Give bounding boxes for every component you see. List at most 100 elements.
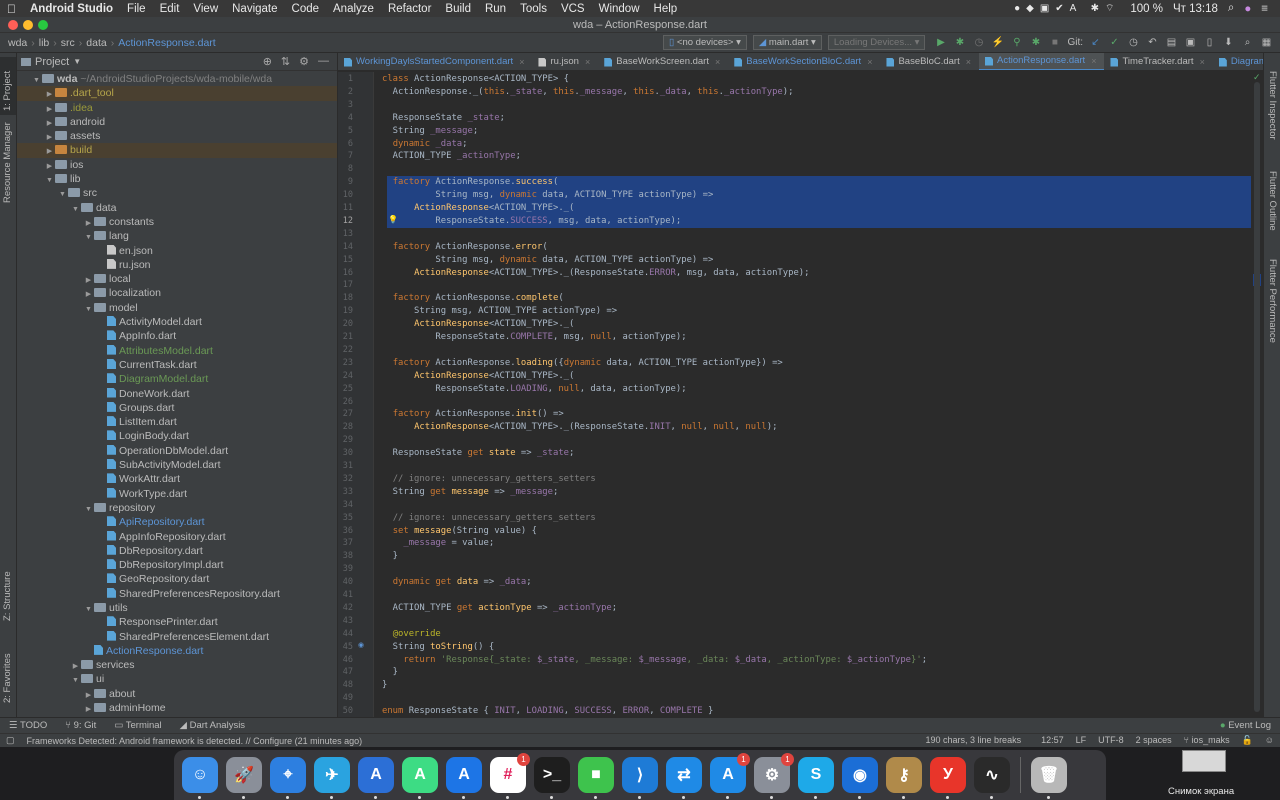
tree-item[interactable]: DbRepositoryImpl.dart — [17, 558, 337, 572]
app-menu[interactable]: Android Studio — [23, 3, 120, 15]
code-line[interactable]: } — [382, 666, 398, 679]
editor-tab[interactable]: WorkingDaylsStartedComponent.dart × — [338, 53, 532, 70]
code-line[interactable]: ACTION_TYPE get actionType => _actionTyp… — [382, 602, 617, 615]
skype-icon[interactable]: S — [798, 757, 834, 799]
scroll-thumb[interactable] — [1254, 82, 1260, 712]
tree-item[interactable]: ResponsePrinter.dart — [17, 615, 337, 629]
xcode-icon[interactable]: A — [446, 757, 482, 799]
override-marker-icon[interactable]: ◉ — [358, 641, 364, 649]
menu-view[interactable]: View — [186, 3, 225, 15]
hot-reload-icon[interactable]: ⚡ — [990, 35, 1005, 50]
code-line[interactable]: set message(String value) { — [382, 525, 537, 538]
tree-item[interactable]: ▶ ios — [17, 158, 337, 172]
clock[interactable]: Чт 13:18 — [1173, 3, 1218, 15]
tree-item[interactable]: ▶ about — [17, 687, 337, 701]
menu-edit[interactable]: Edit — [153, 3, 187, 15]
search-everywhere-icon[interactable]: ⌕ — [1240, 35, 1255, 50]
code-line[interactable]: return 'Response{_state: $_state, _messa… — [382, 654, 927, 667]
menu-tools[interactable]: Tools — [513, 3, 554, 15]
tree-item[interactable]: ▶ localization — [17, 286, 337, 300]
git-rollback-icon[interactable]: ↶ — [1145, 35, 1160, 50]
line-separator[interactable]: LF — [1070, 735, 1093, 746]
menu-navigate[interactable]: Navigate — [225, 3, 284, 15]
code-line[interactable]: ActionResponse._(this._state, this._mess… — [382, 86, 794, 99]
tree-item[interactable]: ApiRepository.dart — [17, 515, 337, 529]
breadcrumb-item[interactable]: ActionResponse.dart — [114, 37, 219, 49]
tree-item[interactable]: ▼ src — [17, 186, 337, 200]
tree-item[interactable]: en.json — [17, 244, 337, 258]
tree-item[interactable]: ▶ assets — [17, 129, 337, 143]
code-line[interactable]: factory ActionResponse.loading({dynamic … — [382, 357, 783, 370]
tree-item[interactable]: GeoRepository.dart — [17, 572, 337, 586]
tree-item[interactable]: SharedPreferencesElement.dart — [17, 630, 337, 644]
menu-code[interactable]: Code — [285, 3, 327, 15]
tree-item[interactable]: AppInfo.dart — [17, 329, 337, 343]
editor-tab[interactable]: TimeTracker.dart × — [1104, 53, 1212, 70]
collapse-all-icon[interactable]: ⇅ — [281, 55, 290, 68]
search-icon[interactable]: ⌕ — [1228, 2, 1234, 15]
tree-item[interactable]: ▶ local — [17, 272, 337, 286]
vscode-icon[interactable]: ⟩ — [622, 757, 658, 799]
close-icon[interactable]: × — [1200, 53, 1205, 70]
breadcrumb-item[interactable]: lib — [35, 37, 54, 49]
xcode-instruments-icon[interactable]: A — [358, 757, 394, 799]
editor-tab[interactable]: ru.json × — [532, 53, 598, 70]
battery-text[interactable]: 100 % — [1130, 3, 1163, 15]
tree-item[interactable]: ▶ constants — [17, 215, 337, 229]
editor-tab[interactable]: BaseWorkScreen.dart × — [598, 53, 728, 70]
resource-manager-button[interactable]: Resource Manager — [2, 122, 13, 203]
tree-item[interactable]: ▶ build — [17, 143, 337, 158]
apply-changes-icon[interactable]: ✱ — [1028, 35, 1043, 50]
code-line[interactable]: factory ActionResponse.init() => — [382, 408, 564, 421]
code-line[interactable]: ResponseState get state => _state; — [382, 447, 575, 460]
code-line[interactable]: class ActionResponse<ACTION_TYPE> { — [382, 73, 569, 86]
code-line[interactable]: dynamic _data; — [382, 138, 468, 151]
code-editor[interactable]: class ActionResponse<ACTION_TYPE> { Acti… — [375, 72, 1251, 717]
run-config-selector[interactable]: ◢ main.dart ▾ — [752, 35, 822, 50]
layout-inspector-icon[interactable]: ▦ — [1259, 35, 1274, 50]
close-icon[interactable]: × — [1091, 53, 1096, 70]
stop-icon[interactable]: ■ — [1047, 35, 1062, 50]
project-structure-icon[interactable]: ▣ — [1183, 35, 1198, 50]
tree-item[interactable]: ▼ model — [17, 301, 337, 315]
app-store-icon[interactable]: A1 — [710, 753, 750, 799]
code-line[interactable]: ResponseState.SUCCESS, msg, data, action… — [382, 215, 681, 228]
run-icon[interactable]: ▶ — [933, 35, 948, 50]
editor-tab[interactable]: BaseBloC.dart × — [880, 53, 979, 70]
code-line[interactable]: factory ActionResponse.error( — [382, 241, 548, 254]
code-line[interactable]: enum ResponseState { INIT, LOADING, SUCC… — [382, 705, 713, 717]
tree-item[interactable]: DbRepository.dart — [17, 544, 337, 558]
menu-run[interactable]: Run — [478, 3, 513, 15]
breadcrumb-item[interactable]: wda — [4, 37, 31, 49]
tree-item[interactable]: Groups.dart — [17, 401, 337, 415]
menu-vcs[interactable]: VCS — [554, 3, 592, 15]
slack-icon[interactable]: #1 — [490, 753, 530, 799]
git-history-icon[interactable]: ◷ — [1126, 35, 1141, 50]
chevron-down-icon[interactable]: ▼ — [73, 57, 81, 66]
code-line[interactable]: // ignore: unnecessary_getters_setters — [382, 512, 596, 525]
git-tool-button[interactable]: ⑂ 9: Git — [56, 720, 105, 731]
tree-item[interactable]: ▶ android — [17, 115, 337, 129]
tree-item[interactable]: ▼ lang — [17, 229, 337, 243]
system-preferences-icon[interactable]: ⚙ 1 — [754, 753, 794, 799]
tree-item[interactable]: ▼ wda ~/AndroidStudioProjects/wda-mobile/… — [17, 72, 337, 86]
tree-item[interactable]: AppInfoRepository.dart — [17, 530, 337, 544]
android-studio-icon[interactable]: A — [402, 757, 438, 799]
git-commit-icon[interactable]: ✓ — [1107, 35, 1122, 50]
sdk-manager-icon[interactable]: ⬇ — [1221, 35, 1236, 50]
locate-file-icon[interactable]: ⊕ — [263, 55, 272, 68]
code-line[interactable]: } — [382, 550, 398, 563]
tree-item[interactable]: ActionResponse.dart — [17, 644, 337, 658]
apple-menu-icon[interactable]:  — [0, 2, 23, 16]
screenshot-label[interactable]: Снимок экрана — [1168, 786, 1234, 797]
structure-button[interactable]: Z: Structure — [2, 571, 13, 621]
menu-help[interactable]: Help — [647, 3, 685, 15]
chevron-right-icon[interactable]: ▶ — [83, 703, 94, 717]
tree-item[interactable]: ▶ .idea — [17, 101, 337, 115]
git-update-icon[interactable]: ↙ — [1088, 35, 1103, 50]
event-log-button[interactable]: ● Event Log — [1211, 720, 1280, 731]
code-line[interactable]: factory ActionResponse.complete( — [382, 292, 564, 305]
git-branch-widget[interactable]: ⑂ ios_maks — [1178, 735, 1236, 746]
close-icon[interactable]: × — [966, 53, 971, 70]
facetime-icon[interactable]: ■ — [578, 757, 614, 799]
